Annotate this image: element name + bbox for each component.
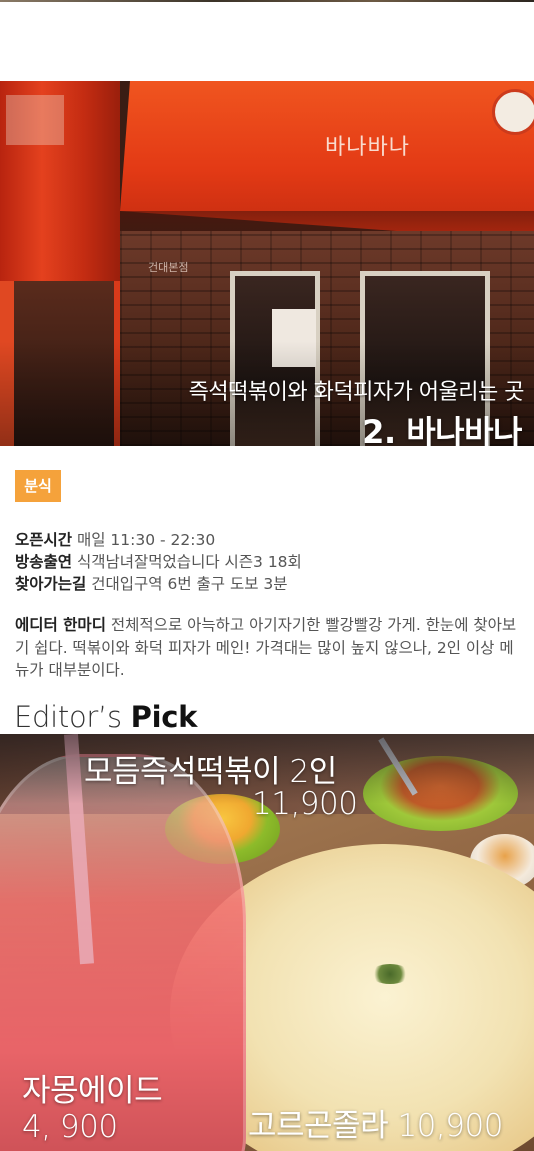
menu-item-price: 11,900: [252, 786, 358, 822]
hours-row: 오픈시간 매일 11:30 - 22:30: [15, 529, 520, 551]
editor-note-label: 에디터 한마디: [15, 616, 106, 634]
tv-value: 식객남녀잘먹었습니다 시즌3 18회: [76, 553, 302, 571]
menu-item-name: 고르곤졸라 10,900: [248, 1108, 503, 1144]
hero-image: 바나바나 건대본점 즉석떡볶이와 화덕피자가 어울리는 곳 2. 바나바나: [0, 81, 534, 446]
menu-item-name: 자몽에이드: [22, 1073, 163, 1109]
editors-pick-heading: Editor’s Pick: [14, 700, 198, 734]
tv-label: 방송출연: [15, 553, 73, 571]
editors-pick-photo: 모듬즉석떡볶이 2인 11,900 자몽에이드 4, 900 고르곤졸라 10,…: [0, 734, 534, 1151]
directions-row: 찾아가는길 건대입구역 6번 출구 도보 3분: [15, 573, 520, 595]
menu-item-price: 4, 900: [22, 1109, 118, 1145]
hero-title: 2. 바나바나: [362, 413, 522, 446]
editor-note: 에디터 한마디 전체적으로 아늑하고 아기자기한 빨강빨강 가게. 한눈에 찾아…: [15, 614, 520, 682]
directions-value: 건대입구역 6번 출구 도보 3분: [91, 575, 288, 593]
hero-subtitle: 즉석떡볶이와 화덕피자가 어울리는 곳: [188, 380, 525, 405]
store-sign: 건대본점: [148, 261, 189, 274]
hours-value: 매일 11:30 - 22:30: [76, 531, 216, 549]
awning-logo: 바나바나: [325, 135, 410, 160]
directions-label: 찾아가는길: [15, 575, 87, 593]
category-badge: 분식: [15, 470, 61, 502]
hours-label: 오픈시간: [15, 531, 73, 549]
top-divider: [0, 0, 534, 2]
tv-row: 방송출연 식객남녀잘먹었습니다 시즌3 18회: [15, 551, 520, 573]
menu-item-name: 모듬즉석떡볶이 2인: [84, 754, 337, 790]
store-info: 오픈시간 매일 11:30 - 22:30 방송출연 식객남녀잘먹었습니다 시즌…: [15, 529, 520, 595]
round-sign: [492, 89, 534, 135]
